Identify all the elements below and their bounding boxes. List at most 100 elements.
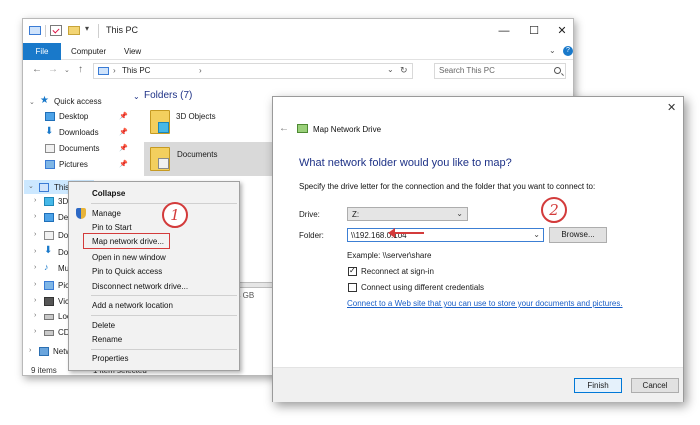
properties-icon[interactable] xyxy=(50,25,62,36)
desktop-icon xyxy=(45,112,55,121)
reconnect-label[interactable]: Reconnect at sign-in xyxy=(361,267,434,276)
recent-locations-chevron-icon[interactable]: ⌄ xyxy=(64,66,70,74)
chevron-down-icon[interactable]: ⌄ xyxy=(533,230,540,239)
new-folder-icon[interactable] xyxy=(68,26,80,35)
forward-arrow-icon[interactable]: → xyxy=(48,64,58,75)
menu-separator xyxy=(91,203,237,204)
close-icon[interactable]: ✕ xyxy=(667,101,676,114)
download-icon: ⬇ xyxy=(44,245,53,256)
cancel-button[interactable]: Cancel xyxy=(631,378,679,393)
dialog-heading: What network folder would you like to ma… xyxy=(299,157,512,169)
nav-quick-access[interactable]: Quick access xyxy=(54,97,102,106)
folder-name: 3D Objects xyxy=(176,112,216,121)
menu-item-add-network-location[interactable]: Add a network location xyxy=(92,301,173,310)
nav-desktop[interactable]: Desktop xyxy=(59,112,88,121)
chevron-right-icon[interactable]: › xyxy=(34,248,36,255)
chevron-right-icon[interactable]: › xyxy=(34,197,36,204)
finish-button[interactable]: Finish xyxy=(574,378,622,393)
nav-this-pc-child[interactable]: Do xyxy=(58,248,68,257)
tab-computer[interactable]: Computer xyxy=(71,47,106,56)
nav-this-pc-child[interactable]: 3D xyxy=(58,197,68,206)
help-icon[interactable]: ? xyxy=(563,46,573,56)
nav-this-pc-child[interactable]: Do xyxy=(58,231,68,240)
dialog-footer: Finish Cancel xyxy=(273,367,683,402)
chevron-right-icon[interactable]: › xyxy=(34,264,36,271)
chevron-down-icon[interactable]: ⌄ xyxy=(29,98,35,106)
chevron-down-icon[interactable]: ⌄ xyxy=(28,182,34,190)
ribbon-tabs: File Computer View ⌄ ? xyxy=(23,43,573,60)
pin-icon: 📌 xyxy=(119,129,128,136)
menu-item-properties[interactable]: Properties xyxy=(92,354,128,363)
chevron-right-icon[interactable]: › xyxy=(29,347,31,354)
3d-objects-icon xyxy=(44,197,54,206)
dialog-title: Map Network Drive xyxy=(313,125,382,134)
computer-icon xyxy=(98,67,109,75)
context-menu: Collapse Manage Pin to Start Map network… xyxy=(68,181,240,371)
up-arrow-icon[interactable]: ↑ xyxy=(78,64,83,75)
chevron-right-icon[interactable]: › xyxy=(199,66,202,75)
menu-item-pin-quick-access[interactable]: Pin to Quick access xyxy=(92,267,162,276)
menu-item-collapse[interactable]: Collapse xyxy=(92,189,125,198)
annotation-highlight xyxy=(83,233,170,249)
address-row: ← → ⌄ ↑ › This PC › ⌄ ↻ Search This PC xyxy=(23,61,573,81)
web-storage-link[interactable]: Connect to a Web site that you can use t… xyxy=(347,299,623,308)
tab-view[interactable]: View xyxy=(124,47,141,56)
status-item-count: 9 items xyxy=(31,366,57,375)
menu-item-delete[interactable]: Delete xyxy=(92,321,115,330)
refresh-icon[interactable]: ↻ xyxy=(400,65,408,76)
chevron-right-icon[interactable]: › xyxy=(34,312,36,319)
divider xyxy=(98,24,99,38)
expand-ribbon-icon[interactable]: ⌄ xyxy=(549,46,556,55)
chevron-down-icon: ⌄ xyxy=(456,209,463,218)
chevron-right-icon[interactable]: › xyxy=(34,328,36,335)
reconnect-checkbox[interactable] xyxy=(348,266,357,276)
close-button[interactable]: ✕ xyxy=(547,19,573,43)
folder-input[interactable]: \\192.168.0.104 ⌄ xyxy=(347,228,544,242)
nav-documents[interactable]: Documents xyxy=(59,144,99,153)
chevron-down-icon[interactable]: ⌄ xyxy=(387,65,394,74)
menu-item-pin-to-start[interactable]: Pin to Start xyxy=(92,223,132,232)
maximize-button[interactable]: ☐ xyxy=(519,19,549,43)
folders-group-header[interactable]: Folders (7) xyxy=(144,90,192,101)
search-input[interactable]: Search This PC xyxy=(434,63,566,79)
desktop-icon xyxy=(44,213,54,222)
computer-icon xyxy=(39,183,49,192)
quick-access-toolbar-dropdown-icon[interactable]: ▾ xyxy=(85,24,89,33)
picture-icon xyxy=(45,160,55,169)
chevron-right-icon[interactable]: › xyxy=(34,281,36,288)
menu-item-open-new-window[interactable]: Open in new window xyxy=(92,253,166,262)
drive-select[interactable]: Z: ⌄ xyxy=(347,207,468,221)
window-title: This PC xyxy=(106,25,139,35)
address-location[interactable]: This PC xyxy=(122,66,150,75)
different-credentials-checkbox[interactable] xyxy=(348,283,357,292)
chevron-right-icon[interactable]: › xyxy=(34,231,36,238)
menu-item-manage[interactable]: Manage xyxy=(92,209,121,218)
nav-downloads[interactable]: Downloads xyxy=(59,128,99,137)
browse-button[interactable]: Browse... xyxy=(549,227,607,243)
chevron-right-icon[interactable]: › xyxy=(34,213,36,220)
chevron-right-icon[interactable]: › xyxy=(113,66,116,75)
star-icon: ★ xyxy=(40,95,49,106)
minimize-button[interactable]: — xyxy=(489,19,519,43)
disk-usage-bar xyxy=(236,282,276,288)
chevron-right-icon[interactable]: › xyxy=(34,297,36,304)
annotation-arrow-icon xyxy=(388,228,424,238)
tab-file[interactable]: File xyxy=(23,43,61,60)
chevron-down-icon[interactable]: ⌄ xyxy=(133,92,140,101)
search-icon xyxy=(554,67,561,74)
different-credentials-label[interactable]: Connect using different credentials xyxy=(361,283,484,292)
back-arrow-icon[interactable]: ← xyxy=(279,123,289,134)
address-bar[interactable]: › This PC › ⌄ ↻ xyxy=(93,63,413,79)
drive-icon xyxy=(44,314,54,320)
menu-item-rename[interactable]: Rename xyxy=(92,335,122,344)
back-arrow-icon[interactable]: ← xyxy=(32,64,42,75)
nav-this-pc-child[interactable]: De xyxy=(58,213,68,222)
nav-pictures[interactable]: Pictures xyxy=(59,160,88,169)
title-bar: ▾ This PC — ☐ ✕ xyxy=(23,19,573,43)
menu-separator xyxy=(91,295,237,296)
computer-icon xyxy=(29,26,41,35)
divider xyxy=(45,25,46,37)
cd-drive-icon xyxy=(44,330,54,336)
network-drive-icon xyxy=(297,124,308,133)
menu-item-disconnect-network-drive[interactable]: Disconnect network drive... xyxy=(92,282,188,291)
